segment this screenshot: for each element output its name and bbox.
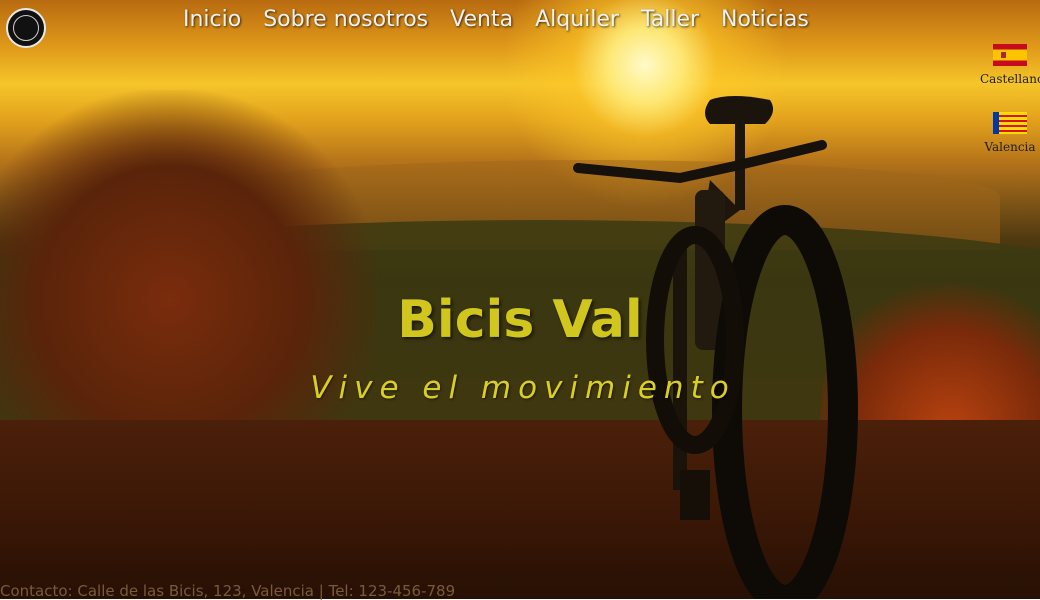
- language-castellano[interactable]: Castellano: [980, 44, 1040, 86]
- ground: [0, 420, 1040, 599]
- site-logo[interactable]: [6, 8, 46, 48]
- nav-item-alquiler[interactable]: Alquiler: [535, 7, 619, 32]
- hero-title: Bicis Val: [397, 290, 643, 350]
- nav-item-inicio[interactable]: Inicio: [183, 7, 241, 32]
- language-label-valencia: Valencia: [984, 140, 1036, 154]
- nav-item-taller[interactable]: Taller: [641, 7, 699, 32]
- nav-item-venta[interactable]: Venta: [450, 7, 513, 32]
- main-nav: Inicio Sobre nosotros Venta Alquiler Tal…: [183, 7, 809, 32]
- language-label-castellano: Castellano: [980, 72, 1040, 86]
- footer-contact: Contacto: Calle de las Bicis, 123, Valen…: [0, 582, 456, 600]
- hero-subtitle: Vive el movimiento: [310, 370, 736, 406]
- spain-flag-icon: [993, 44, 1027, 66]
- nav-item-sobre-nosotros[interactable]: Sobre nosotros: [263, 7, 428, 32]
- valencian-flag-icon: [993, 112, 1027, 134]
- nav-item-noticias[interactable]: Noticias: [721, 7, 809, 32]
- language-valencia[interactable]: Valencia: [980, 112, 1040, 154]
- bicis-val-logo-icon: [13, 15, 39, 41]
